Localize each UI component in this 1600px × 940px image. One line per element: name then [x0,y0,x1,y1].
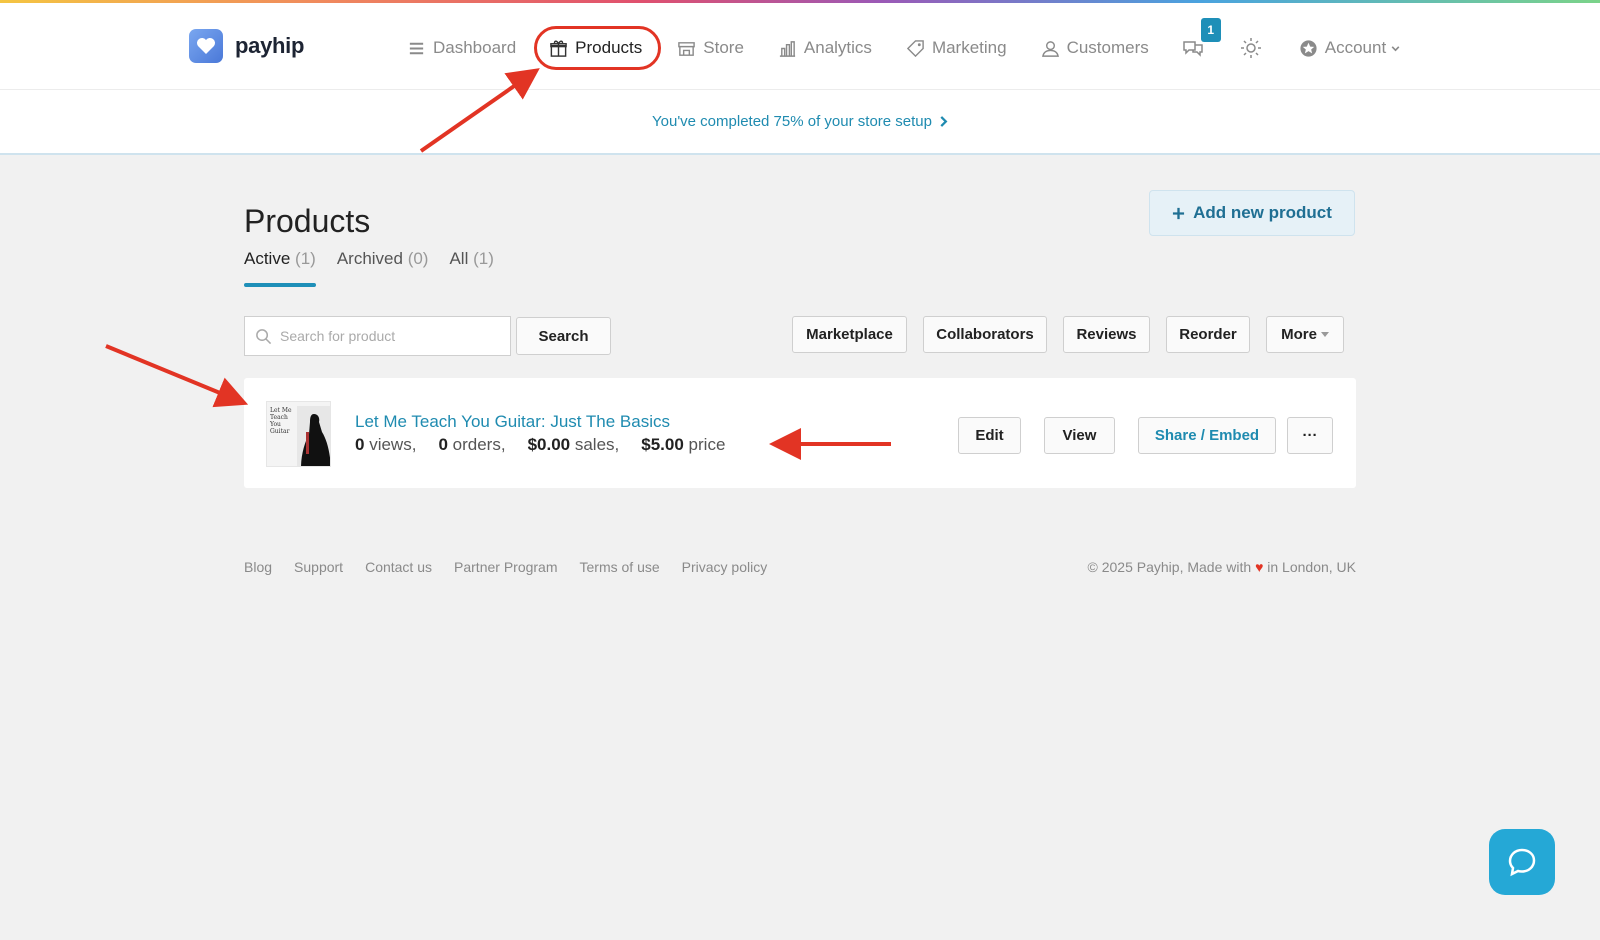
views-value: 0 [355,435,365,454]
page-title: Products [244,203,371,239]
nav-customers[interactable]: Customers [1039,28,1151,68]
add-new-product-label: Add new product [1193,203,1332,222]
caret-down-icon [1320,332,1329,337]
nav-products-label: Products [575,38,643,57]
tab-active-label: Active [244,249,291,268]
orders-value: 0 [438,435,448,454]
tab-all-count: (1) [473,249,494,268]
tab-archived-count: (0) [407,249,429,268]
more-dropdown-button[interactable]: More [1266,316,1344,353]
nav-analytics-label: Analytics [803,38,872,57]
tab-all-label: All [449,249,469,268]
stat-views: 0 views, [355,435,416,455]
price-label: price [688,435,726,454]
account-badge-icon [1300,39,1317,57]
footer-link-contact[interactable]: Contact us [365,559,432,575]
bar-chart-icon [779,40,796,57]
footer-link-support[interactable]: Support [294,559,343,575]
setup-progress-text: You've completed 75% of your store setup [652,113,932,130]
stat-price: $5.00 price [641,435,725,455]
row-more-options-button[interactable]: ··· [1287,417,1333,454]
collaborators-button[interactable]: Collaborators [923,316,1047,353]
arrow-to-product-thumbnail [105,344,249,408]
footer-link-privacy[interactable]: Privacy policy [682,559,768,575]
nav-customers-label: Customers [1066,38,1149,57]
messages-count-badge: 1 [1200,18,1221,42]
brand-name: payhip [235,33,305,58]
nav-products[interactable]: Products [534,26,662,70]
tab-active[interactable]: Active (1) [244,249,316,287]
main-nav: Dashboard Products Store Analytics Marke… [405,18,1403,70]
footer-links: Blog Support Contact us Partner Program … [244,559,767,575]
share-embed-button[interactable]: Share / Embed [1138,417,1276,454]
nav-dashboard-label: Dashboard [433,38,517,57]
setup-progress-link[interactable]: You've completed 75% of your store setup [652,113,948,130]
search-button[interactable]: Search [516,317,611,355]
payhip-logo[interactable]: payhip [189,29,304,63]
nav-store[interactable]: Store [675,28,746,68]
nav-marketing-label: Marketing [931,38,1007,57]
menu-lines-icon [409,42,424,54]
marketplace-button[interactable]: Marketplace [792,316,907,353]
tab-active-count: (1) [295,249,316,268]
reviews-button[interactable]: Reviews [1063,316,1150,353]
theme-toggle[interactable] [1239,28,1263,68]
gift-box-icon [550,40,567,57]
product-search-box [244,316,511,356]
stat-orders: 0 orders, [438,435,505,455]
setup-progress-banner: You've completed 75% of your store setup [0,90,1600,155]
product-status-tabs: Active (1) Archived (0) All (1) [244,249,494,287]
add-new-product-button[interactable]: Add new product [1149,190,1355,236]
product-row: Let Me Teach You Guitar Let Me Teach You… [244,378,1356,488]
nav-analytics[interactable]: Analytics [776,28,874,68]
footer-link-partner[interactable]: Partner Program [454,559,557,575]
reorder-button[interactable]: Reorder [1166,316,1250,353]
page-footer: Blog Support Contact us Partner Program … [244,559,1356,575]
chevron-right-icon [940,116,948,127]
nav-account[interactable]: Account [1297,28,1403,68]
sun-icon [1240,38,1261,58]
nav-account-label: Account [1324,38,1387,57]
guitarist-silhouette-image [297,406,330,466]
user-icon [1041,40,1059,57]
product-name-link[interactable]: Let Me Teach You Guitar: Just The Basics [355,412,670,432]
product-thumbnail[interactable]: Let Me Teach You Guitar [266,401,331,467]
sales-label: sales, [574,435,620,454]
footer-link-terms[interactable]: Terms of use [580,559,660,575]
heart-tag-icon [189,29,223,63]
search-input[interactable] [280,328,500,344]
thumbnail-title: Let Me Teach You Guitar [270,407,292,435]
copyright-pre: © 2025 Payhip, Made with [1087,559,1252,575]
copyright-post: in London, UK [1267,559,1356,575]
storefront-icon [678,41,696,56]
more-label: More [1281,326,1317,343]
chat-bubble-icon [1508,848,1536,877]
plus-icon [1173,207,1185,219]
product-stats: 0 views, 0 orders, $0.00 sales, $5.00 pr… [355,435,725,455]
nav-messages[interactable]: 1 [1181,18,1221,68]
tab-archived-label: Archived [336,249,403,268]
tab-all[interactable]: All (1) [449,249,493,287]
search-icon [256,328,272,344]
nav-dashboard[interactable]: Dashboard [405,28,518,68]
tab-archived[interactable]: Archived (0) [337,249,429,287]
price-value: $5.00 [641,435,684,454]
help-chat-button[interactable] [1489,829,1555,895]
footer-link-blog[interactable]: Blog [244,559,272,575]
edit-button[interactable]: Edit [958,417,1021,454]
copyright: © 2025 Payhip, Made with ♥ in London, UK [1088,559,1356,575]
nav-marketing[interactable]: Marketing [904,28,1009,68]
views-label: views, [369,435,417,454]
stat-sales: $0.00 sales, [528,435,620,455]
orders-label: orders, [452,435,506,454]
nav-store-label: Store [703,38,744,57]
price-tag-icon [906,39,924,57]
heart-icon: ♥ [1255,559,1264,575]
chevron-down-icon [1391,45,1400,51]
sales-value: $0.00 [527,435,571,454]
top-navigation-bar: payhip Dashboard Products Store Analytic… [0,3,1600,90]
view-button[interactable]: View [1044,417,1115,454]
